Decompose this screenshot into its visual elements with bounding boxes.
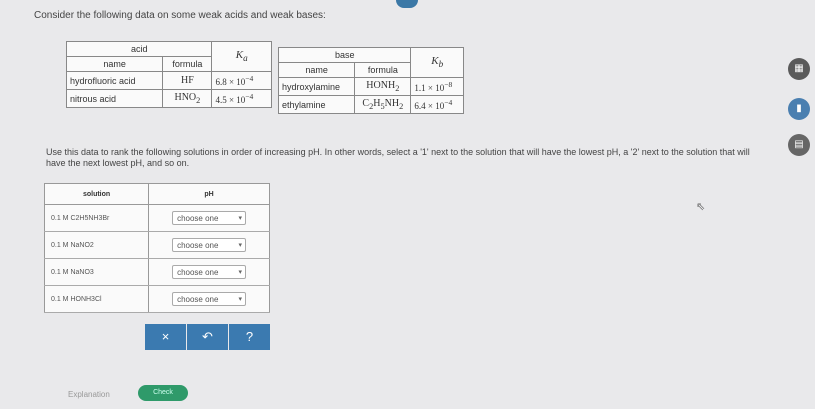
chevron-down-icon: ▾ bbox=[238, 215, 243, 222]
explanation-button[interactable]: Explanation bbox=[68, 390, 110, 399]
table-row: nitrous acid HNO2 4.5 × 10−4 bbox=[65, 89, 272, 108]
periodic-table-icon[interactable]: ▤ bbox=[788, 134, 810, 156]
chevron-down-icon: ▾ bbox=[238, 269, 243, 276]
table-row: hydroxylamine HONH2 1.1 × 10−8 bbox=[277, 77, 464, 96]
chevron-down-icon: ▾ bbox=[238, 242, 243, 249]
kb-header: Kb bbox=[410, 47, 464, 78]
table-row: ethylamine C2H5NH2 6.4 × 10−4 bbox=[277, 95, 464, 114]
ph-rank-select[interactable]: choose one ▾ bbox=[172, 265, 247, 279]
base-name: hydroxylamine bbox=[277, 77, 356, 96]
table-row: 0.1 M C2H5NH3Br choose one ▾ bbox=[43, 204, 270, 232]
ph-rank-select[interactable]: choose one ▾ bbox=[172, 238, 247, 252]
solution-header: solution bbox=[43, 183, 150, 205]
kb-value: 6.4 × 10−4 bbox=[410, 95, 464, 114]
solution-label: 0.1 M NaNO2 bbox=[43, 231, 150, 259]
solutions-table: solution pH 0.1 M C2H5NH3Br choose one ▾ … bbox=[43, 183, 270, 313]
base-group-header: base bbox=[277, 47, 412, 63]
base-formula-header: formula bbox=[354, 62, 412, 78]
instruction-text: Use this data to rank the following solu… bbox=[46, 147, 750, 168]
base-table: base Kb name formula hydroxylamine HONH2… bbox=[277, 47, 464, 114]
ph-rank-select[interactable]: choose one ▾ bbox=[172, 292, 247, 306]
ka-value: 6.8 × 10−4 bbox=[211, 71, 272, 90]
chevron-down-icon: ▾ bbox=[238, 296, 243, 303]
help-button[interactable]: ? bbox=[229, 324, 270, 350]
solution-label: 0.1 M C2H5NH3Br bbox=[43, 204, 150, 232]
ka-value: 4.5 × 10−4 bbox=[211, 89, 272, 108]
acid-formula: HF bbox=[162, 71, 213, 90]
solution-label: 0.1 M HONH3Cl bbox=[43, 285, 150, 313]
acid-formula: HNO2 bbox=[162, 89, 213, 108]
ph-header: pH bbox=[148, 183, 270, 205]
acid-name-header: name bbox=[65, 56, 164, 72]
chart-icon[interactable]: ▮ bbox=[788, 98, 810, 120]
base-name: ethylamine bbox=[277, 95, 356, 114]
acid-name: nitrous acid bbox=[65, 89, 164, 108]
acid-name: hydrofluoric acid bbox=[65, 71, 164, 90]
base-name-header: name bbox=[277, 62, 356, 78]
table-row: 0.1 M NaNO3 choose one ▾ bbox=[43, 258, 270, 286]
base-formula: C2H5NH2 bbox=[354, 95, 412, 114]
kb-value: 1.1 × 10−8 bbox=[410, 77, 464, 96]
calculator-icon[interactable]: ▦ bbox=[788, 58, 810, 80]
solution-label: 0.1 M NaNO3 bbox=[43, 258, 150, 286]
acid-table: acid Ka name formula hydrofluoric acid H… bbox=[65, 41, 272, 108]
acid-group-header: acid bbox=[65, 41, 213, 57]
check-button[interactable]: Check bbox=[138, 385, 188, 401]
answer-toolbar: × ↶ ? bbox=[145, 324, 271, 350]
clear-button[interactable]: × bbox=[145, 324, 186, 350]
acid-formula-header: formula bbox=[162, 56, 213, 72]
ph-rank-select[interactable]: choose one ▾ bbox=[172, 211, 247, 225]
base-formula: HONH2 bbox=[354, 77, 412, 96]
mouse-cursor-icon: ⇖ bbox=[696, 201, 706, 213]
table-row: hydrofluoric acid HF 6.8 × 10−4 bbox=[65, 71, 272, 90]
table-row: 0.1 M NaNO2 choose one ▾ bbox=[43, 231, 270, 259]
table-row: 0.1 M HONH3Cl choose one ▾ bbox=[43, 285, 270, 313]
collapse-chevron[interactable] bbox=[396, 0, 418, 8]
intro-text: Consider the following data on some weak… bbox=[34, 10, 326, 21]
undo-button[interactable]: ↶ bbox=[187, 324, 228, 350]
ka-header: Ka bbox=[211, 41, 272, 72]
